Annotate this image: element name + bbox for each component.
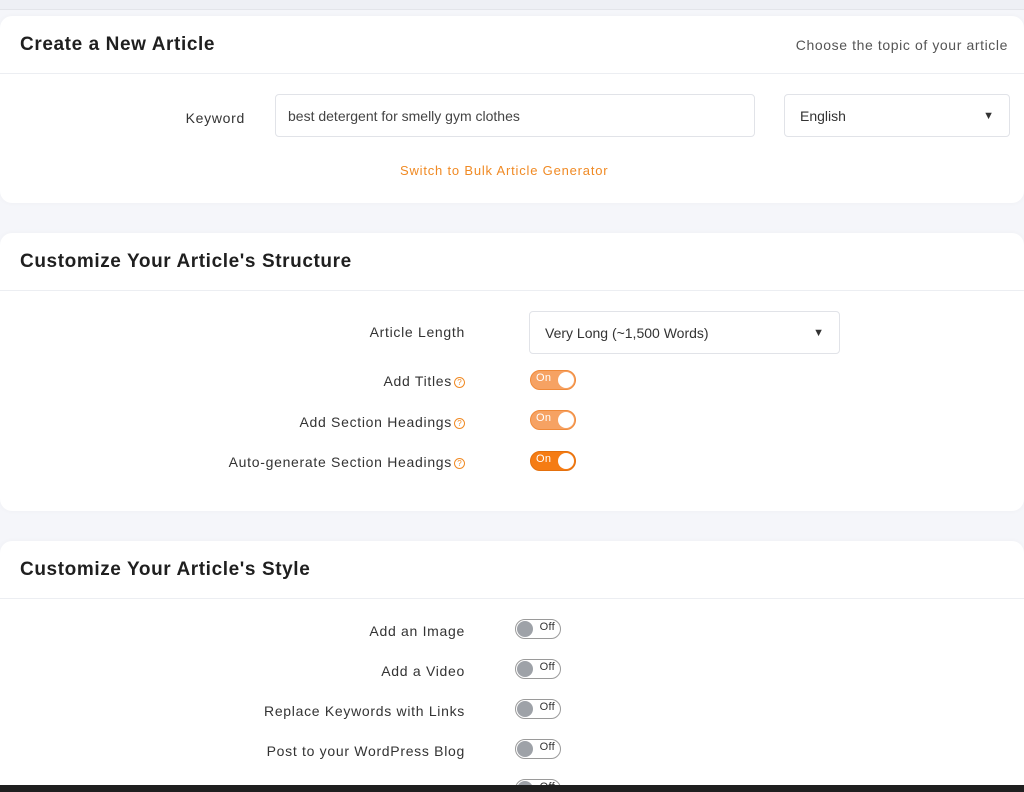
toggle-knob	[558, 372, 574, 388]
article-length-value: Very Long (~1,500 Words)	[545, 324, 709, 341]
keyword-input[interactable]: best detergent for smelly gym clothes	[275, 94, 755, 137]
toggle-state: Off	[539, 701, 555, 713]
post-wordpress-label: Post to your WordPress Blog	[266, 743, 465, 759]
structure-header: Customize Your Article's Structure	[0, 233, 1024, 291]
style-card: Customize Your Article's Style Add an Im…	[0, 541, 1024, 792]
structure-card: Customize Your Article's Structure Artic…	[0, 233, 1024, 511]
create-article-header: Create a New Article Choose the topic of…	[0, 16, 1024, 74]
add-titles-toggle[interactable]: On	[530, 370, 576, 390]
add-section-headings-label: Add Section Headings?	[100, 414, 465, 430]
replace-keywords-label: Replace Keywords with Links	[264, 703, 465, 719]
toggle-knob	[517, 621, 533, 637]
language-select-value: English	[800, 107, 846, 124]
top-divider	[0, 0, 1024, 10]
help-icon[interactable]: ?	[454, 377, 465, 388]
chevron-down-icon: ▼	[983, 109, 994, 122]
article-length-label: Article Length	[369, 324, 465, 340]
language-select[interactable]: English ▼	[784, 94, 1010, 137]
structure-title: Customize Your Article's Structure	[20, 250, 352, 272]
help-icon[interactable]: ?	[454, 458, 465, 469]
keyword-label: Keyword	[185, 110, 245, 126]
toggle-knob	[517, 701, 533, 717]
add-image-label: Add an Image	[369, 623, 465, 639]
add-video-label: Add a Video	[381, 663, 465, 679]
chevron-down-icon: ▼	[813, 326, 824, 339]
toggle-state: On	[536, 412, 552, 424]
style-header: Customize Your Article's Style	[0, 541, 1024, 599]
post-wordpress-toggle[interactable]: Off	[515, 739, 561, 759]
auto-generate-headings-label: Auto-generate Section Headings?	[100, 454, 465, 470]
create-article-subtitle: Choose the topic of your article	[795, 36, 1008, 53]
toggle-knob	[558, 412, 574, 428]
add-video-toggle[interactable]: Off	[515, 659, 561, 679]
toggle-state: Off	[539, 661, 555, 673]
toggle-state: Off	[539, 621, 555, 633]
toggle-state: Off	[539, 741, 555, 753]
help-icon[interactable]: ?	[454, 418, 465, 429]
bottom-bar	[0, 785, 1024, 792]
create-article-title: Create a New Article	[20, 33, 216, 55]
add-section-headings-toggle[interactable]: On	[530, 410, 576, 430]
toggle-knob	[517, 741, 533, 757]
add-titles-label: Add Titles?	[100, 373, 465, 389]
keyword-input-value: best detergent for smelly gym clothes	[288, 107, 520, 124]
toggle-knob	[517, 661, 533, 677]
create-article-card: Create a New Article Choose the topic of…	[0, 16, 1024, 203]
toggle-state: On	[536, 453, 552, 465]
toggle-knob	[558, 453, 574, 469]
style-title: Customize Your Article's Style	[20, 558, 311, 580]
article-length-select[interactable]: Very Long (~1,500 Words) ▼	[529, 311, 840, 354]
replace-keywords-toggle[interactable]: Off	[515, 699, 561, 719]
toggle-state: On	[536, 372, 552, 384]
bulk-generator-link[interactable]: Switch to Bulk Article Generator	[400, 163, 608, 178]
add-image-toggle[interactable]: Off	[515, 619, 561, 639]
auto-generate-headings-toggle[interactable]: On	[530, 451, 576, 471]
